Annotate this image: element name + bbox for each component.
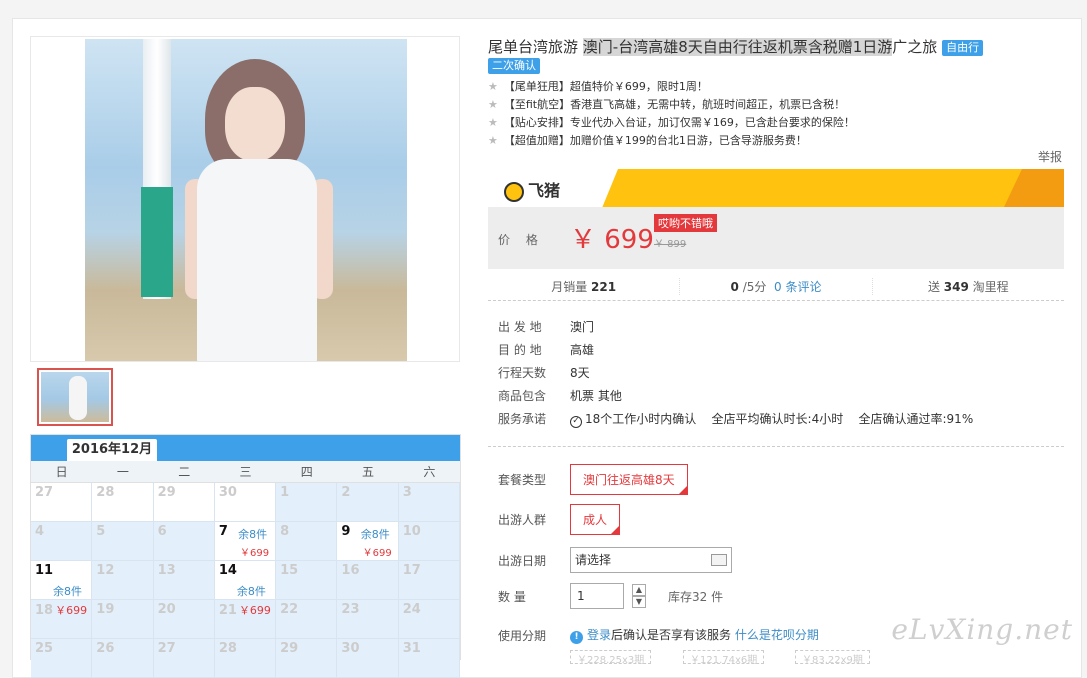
date-picker-input[interactable]: 请选择: [570, 547, 732, 573]
login-link[interactable]: 登录: [587, 628, 611, 642]
calendar-day: 5: [92, 522, 153, 561]
calendar-day: 6: [154, 522, 215, 561]
traveler-option[interactable]: 成人: [570, 504, 620, 535]
calendar-day-available[interactable]: 11余8件: [31, 561, 92, 600]
calendar-day: 24: [399, 600, 460, 639]
thumbnail-selected[interactable]: [37, 368, 113, 426]
main-product-image: [30, 36, 460, 362]
original-price: ￥ 899: [654, 235, 686, 250]
product-detail: 尾单台湾旅游 澳门-台湾高雄8天自由行往返机票含税赠1日游广之旅 自由行 二次确…: [488, 36, 1068, 150]
tag-free-travel: 自由行: [942, 40, 983, 56]
calendar-day: 1: [276, 483, 337, 522]
quantity-stepper[interactable]: ▲▼: [632, 584, 646, 608]
calendar-icon: [711, 554, 727, 566]
calendar-day: 15: [276, 561, 337, 600]
date-row: 出游日期 请选择: [498, 547, 1058, 573]
calendar-day: 30: [215, 483, 276, 522]
traveler-row: 出游人群 成人: [498, 504, 1058, 535]
star-icon: ★: [488, 134, 498, 147]
increase-button: ▲: [632, 584, 646, 596]
calendar-day: 27: [31, 483, 92, 522]
calendar-day: 12: [92, 561, 153, 600]
promo-badge: 哎哟不错哦: [654, 214, 717, 232]
sales-stats: 月销量 221 0 /5分 0 条评论 送 349 淘里程: [488, 273, 1064, 301]
installment-stub[interactable]: ￥121.74x6期: [683, 650, 764, 664]
installment-stub[interactable]: ￥83.22x9期: [795, 650, 870, 664]
package-type-row: 套餐类型 澳门往返高雄8天: [498, 464, 1058, 495]
fliggy-logo: 飞猪: [504, 177, 560, 202]
calendar-day-available[interactable]: 14余8件: [215, 561, 276, 600]
current-price: ￥ 699: [570, 219, 654, 256]
calendar-day: 20: [154, 600, 215, 639]
quantity-input[interactable]: 1: [570, 583, 624, 609]
calendar-day: 25: [31, 639, 92, 678]
product-info: 出 发 地澳门 目 的 地高雄 行程天数8天 商品包含机票 其他 服务承诺 ✓1…: [498, 316, 1058, 431]
calendar-day: 31: [399, 639, 460, 678]
calendar-day: 26: [92, 639, 153, 678]
watermark: eLvXing.net: [891, 613, 1073, 646]
star-icon: ★: [488, 98, 498, 111]
calendar-day-available[interactable]: 21￥699: [215, 600, 276, 639]
installment-help-link[interactable]: 什么是花呗分期: [735, 628, 819, 642]
calendar-day-available[interactable]: 7余8件￥699: [215, 522, 276, 561]
report-link[interactable]: 举报: [1038, 148, 1062, 165]
calendar-day-available[interactable]: 18￥699: [31, 600, 92, 639]
tag-second-confirm: 二次确认: [488, 58, 540, 74]
calendar-day: 23: [337, 600, 398, 639]
calendar-day: 3: [399, 483, 460, 522]
selling-point: ★【贴心安排】专业代办入台证，加订仅需￥169，已含赴台要求的保险！: [488, 114, 1068, 132]
installment-stub[interactable]: ￥228.25x3期: [570, 650, 651, 664]
calendar-day: 22: [276, 600, 337, 639]
calendar-day: 28: [92, 483, 153, 522]
decrease-button: ▼: [632, 596, 646, 608]
calendar-day: 17: [399, 561, 460, 600]
selling-point: ★【尾单狂甩】超值特价￥699，限时1周！: [488, 78, 1068, 96]
calendar-day: 19: [92, 600, 153, 639]
calendar-day: 4: [31, 522, 92, 561]
star-icon: ★: [488, 116, 498, 129]
selling-points: ★【尾单狂甩】超值特价￥699，限时1周！ ★【至fit航空】香港直飞高雄，无需…: [488, 78, 1068, 150]
calendar-day: 28: [215, 639, 276, 678]
calendar-day: 13: [154, 561, 215, 600]
calendar-day: 10: [399, 522, 460, 561]
photo-girl: [85, 39, 407, 361]
calendar-day: 30: [337, 639, 398, 678]
calendar-day: 29: [276, 639, 337, 678]
star-icon: ★: [488, 80, 498, 93]
calendar-month-tab[interactable]: 2016年12月: [67, 439, 157, 461]
brand-banner: 飞猪: [488, 169, 1064, 207]
calendar-day: 16: [337, 561, 398, 600]
calendar-weekdays: 日 一 二 三 四 五 六: [31, 461, 460, 483]
info-icon: !: [570, 631, 583, 644]
package-option[interactable]: 澳门往返高雄8天: [570, 464, 688, 495]
reviews-link[interactable]: 0 条评论: [774, 280, 821, 294]
calendar-day: 27: [154, 639, 215, 678]
calendar-day-available[interactable]: 9余8件￥699: [337, 522, 398, 561]
check-icon: ✓: [570, 416, 582, 428]
price-box: 价 格 ￥ 699 哎哟不错哦 ￥ 899: [488, 207, 1064, 269]
quantity-row: 数 量 1 ▲▼ 库存32 件: [498, 583, 1058, 609]
departure-calendar: 2016年12月 日 一 二 三 四 五 六 27 28 29 30 1 2 3…: [30, 434, 461, 660]
selling-point: ★【至fit航空】香港直飞高雄，无需中转，航班时间超正，机票已含税！: [488, 96, 1068, 114]
selling-point: ★【超值加赠】加赠价值￥199的台北1日游，已含导游服务费！: [488, 132, 1068, 150]
divider: [488, 446, 1064, 447]
product-title: 尾单台湾旅游 澳门-台湾高雄8天自由行往返机票含税赠1日游广之旅 自由行: [488, 36, 1068, 58]
calendar-day: 8: [276, 522, 337, 561]
calendar-day: 2: [337, 483, 398, 522]
calendar-day: 29: [154, 483, 215, 522]
